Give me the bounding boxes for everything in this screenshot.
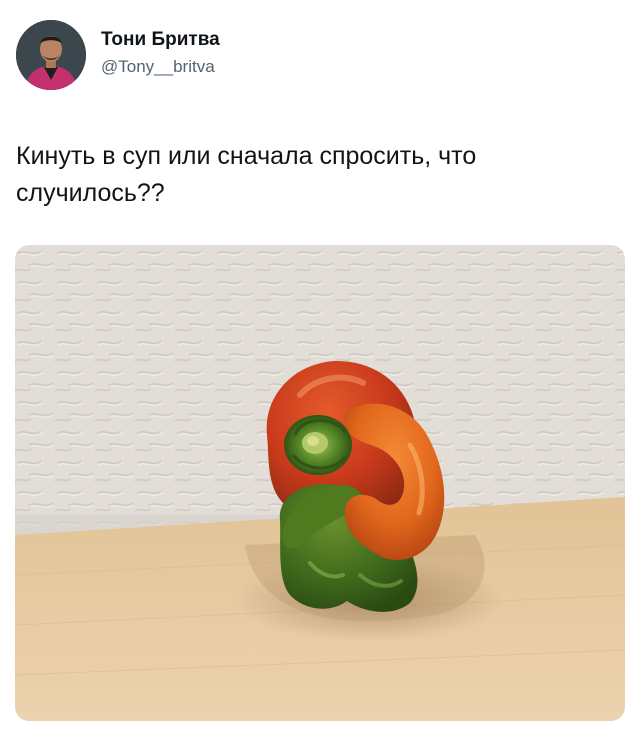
avatar-photo-icon — [16, 20, 86, 90]
tweet-text: Кинуть в суп или сначала спросить, что с… — [16, 142, 484, 207]
author-display-name[interactable]: Тони Бритва — [101, 28, 220, 52]
author-names: Тони Бритва @Tony__britva — [101, 28, 220, 79]
author-handle[interactable]: @Tony__britva — [101, 55, 220, 79]
pepper-photo-image — [15, 245, 625, 721]
tweet-photo[interactable] — [15, 245, 625, 721]
avatar[interactable] — [16, 20, 86, 90]
tweet-card: Тони Бритва @Tony__britva Кинуть в суп и… — [0, 0, 640, 744]
